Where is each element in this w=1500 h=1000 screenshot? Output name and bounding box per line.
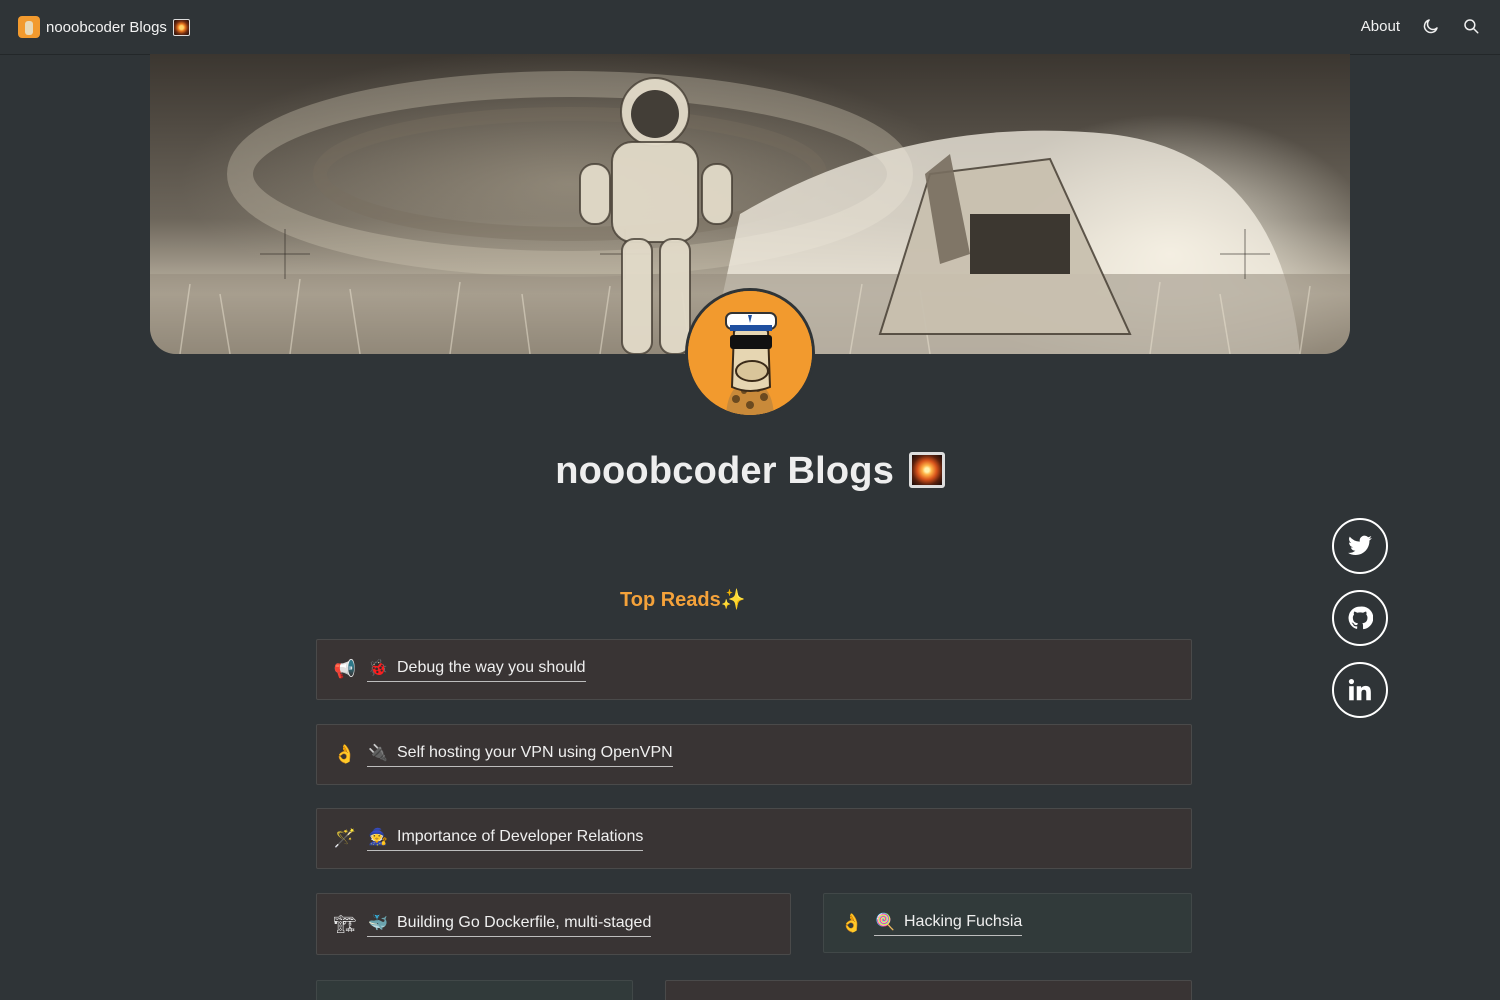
post-title: Debug the way you should xyxy=(397,659,586,676)
brand-link[interactable]: nooobcoder Blogs xyxy=(18,16,190,38)
profile-avatar xyxy=(688,291,812,415)
fireworks-emoji-icon xyxy=(908,452,945,488)
section-heading-text: Top Reads xyxy=(620,589,721,611)
fireworks-emoji-icon xyxy=(172,18,190,36)
linkedin-button[interactable] xyxy=(1332,662,1388,718)
post-title: Importance of Developer Relations xyxy=(397,828,644,845)
github-icon xyxy=(1348,606,1373,630)
post-card-partial[interactable] xyxy=(316,980,633,1000)
megaphone-icon: 📢 xyxy=(333,659,357,679)
twitter-button[interactable] xyxy=(1332,518,1388,574)
post-card[interactable]: 👌 🔌 Self hosting your VPN using OpenVPN xyxy=(316,724,1192,785)
post-link[interactable]: 🧙 Importance of Developer Relations xyxy=(367,826,644,851)
magic-wand-icon: 🪄 xyxy=(333,828,357,848)
github-button[interactable] xyxy=(1332,590,1388,646)
lollipop-icon: 🍭 xyxy=(875,913,895,931)
nav-actions: About xyxy=(1361,17,1480,35)
post-card[interactable]: 🏗 🐳 Building Go Dockerfile, multi-staged xyxy=(316,893,791,955)
section-heading: Top Reads✨ xyxy=(620,587,746,612)
twitter-icon xyxy=(1348,535,1372,555)
docker-whale-icon: 🐳 xyxy=(368,914,388,932)
post-card-partial[interactable] xyxy=(665,980,1192,1000)
about-link[interactable]: About xyxy=(1361,18,1400,35)
brand-title: nooobcoder Blogs xyxy=(46,18,167,36)
top-navbar: nooobcoder Blogs About xyxy=(0,0,1500,54)
post-card[interactable]: 📢 🐞 Debug the way you should xyxy=(316,639,1192,700)
sparkles-icon: ✨ xyxy=(720,589,746,611)
plug-icon: 🔌 xyxy=(368,745,388,762)
page-title-text: nooobcoder Blogs xyxy=(555,450,895,492)
linkedin-icon xyxy=(1348,678,1371,701)
page-title: nooobcoder Blogs xyxy=(0,450,1500,493)
mage-icon: 🧙 xyxy=(368,829,388,846)
construction-crane-icon: 🏗 xyxy=(333,913,357,934)
post-title: Building Go Dockerfile, multi-staged xyxy=(397,913,652,931)
search-icon[interactable] xyxy=(1462,17,1480,35)
post-link[interactable]: 🔌 Self hosting your VPN using OpenVPN xyxy=(367,742,673,767)
social-links xyxy=(1332,518,1388,718)
post-link[interactable]: 🍭 Hacking Fuchsia xyxy=(874,911,1023,936)
moon-icon[interactable] xyxy=(1422,17,1440,35)
bug-icon: 🐞 xyxy=(368,660,388,677)
ok-hand-icon: 👌 xyxy=(840,912,864,933)
post-card[interactable]: 👌 🍭 Hacking Fuchsia xyxy=(823,893,1192,953)
post-card[interactable]: 🪄 🧙 Importance of Developer Relations xyxy=(316,808,1192,869)
brand-avatar-icon xyxy=(18,16,40,38)
post-link[interactable]: 🐞 Debug the way you should xyxy=(367,657,586,682)
post-title: Self hosting your VPN using OpenVPN xyxy=(397,744,673,761)
post-title: Hacking Fuchsia xyxy=(904,912,1023,930)
ok-hand-icon: 👌 xyxy=(333,744,357,764)
post-link[interactable]: 🐳 Building Go Dockerfile, multi-staged xyxy=(367,912,652,937)
